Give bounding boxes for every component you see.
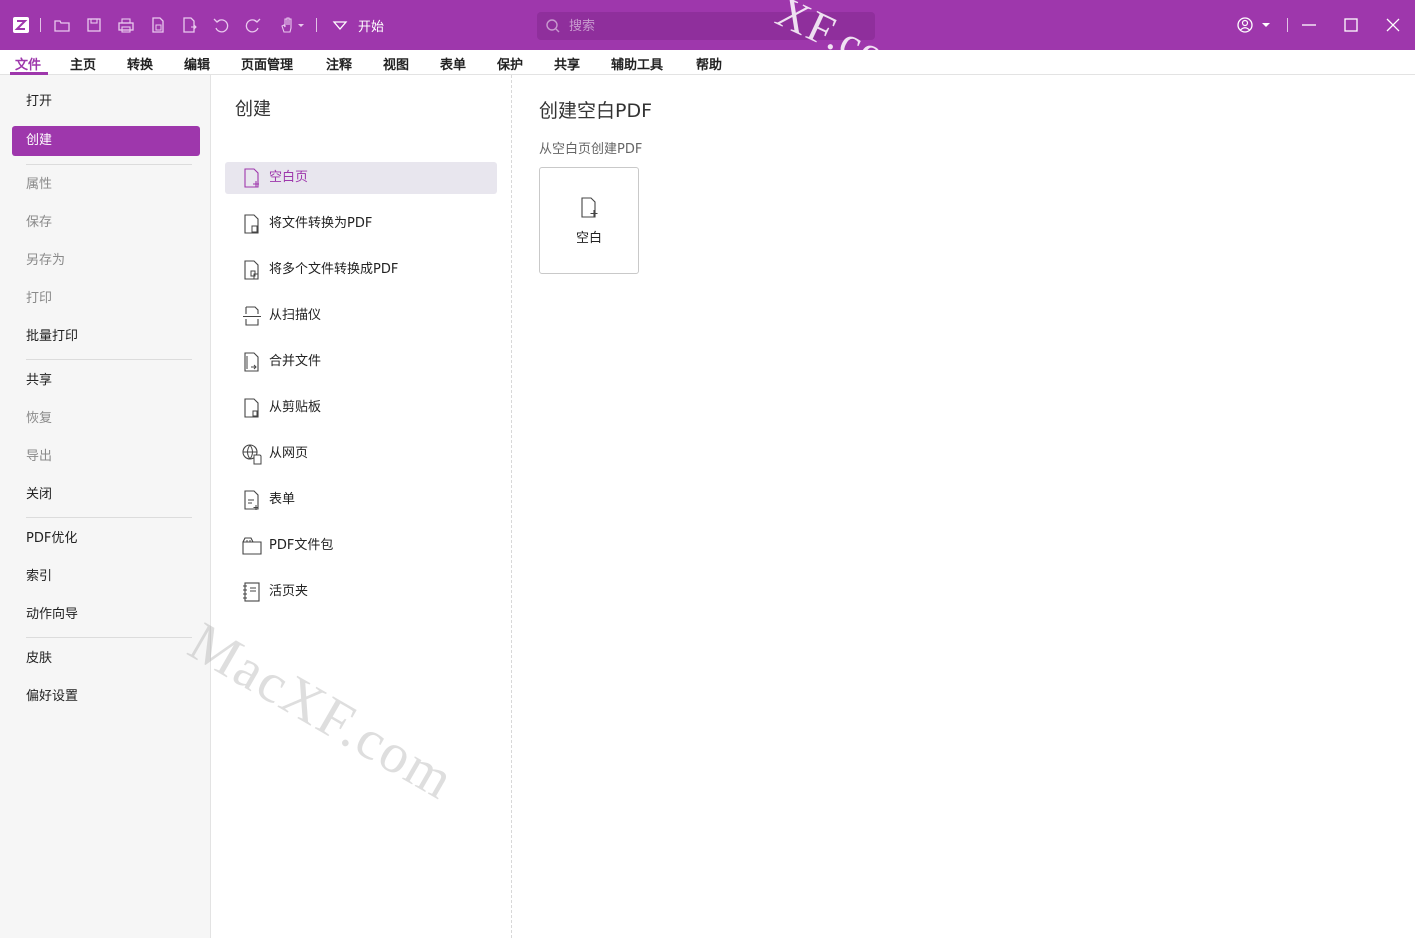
nav-index[interactable]: 索引 xyxy=(12,562,200,592)
create-blank-page[interactable]: 空白页 xyxy=(225,162,497,194)
create-from-scanner[interactable]: 从扫描仪 xyxy=(225,300,497,332)
create-option-label: PDF文件包 xyxy=(269,538,334,553)
redo-icon[interactable] xyxy=(243,15,263,35)
create-option-label: 将多个文件转换成PDF xyxy=(269,262,399,277)
create-option-label: 表单 xyxy=(269,492,296,507)
menu-share[interactable]: 共享 xyxy=(554,54,580,73)
nav-batch-print[interactable]: 批量打印 xyxy=(12,322,200,352)
panel-title: 创建 xyxy=(235,99,271,120)
window-controls-divider xyxy=(1287,18,1288,32)
print-icon[interactable] xyxy=(116,15,136,35)
blank-page-icon xyxy=(581,197,598,218)
clipboard-icon xyxy=(241,397,263,419)
toolbar-divider xyxy=(40,18,41,32)
app-logo-icon[interactable] xyxy=(11,15,31,35)
create-merge-files[interactable]: 合并文件 xyxy=(225,346,497,378)
merge-files-icon xyxy=(241,351,263,373)
pdf-portfolio-icon xyxy=(241,535,263,557)
blank-pdf-card[interactable]: 空白 xyxy=(539,167,639,274)
menu-protect[interactable]: 保护 xyxy=(497,54,523,73)
start-label[interactable]: 开始 xyxy=(358,16,384,35)
convert-multiple-files-icon xyxy=(241,259,263,281)
minimize-icon[interactable] xyxy=(1299,15,1319,35)
blank-page-icon xyxy=(241,167,263,189)
nav-share[interactable]: 共享 xyxy=(12,366,200,396)
nav-export[interactable]: 导出 xyxy=(12,442,200,472)
menu-bar: 文件 主页 转换 编辑 页面管理 注释 视图 表单 保护 共享 辅助工具 帮助 xyxy=(0,50,1415,75)
menu-comment[interactable]: 注释 xyxy=(326,54,352,73)
create-option-label: 活页夹 xyxy=(269,584,309,599)
nav-create[interactable]: 创建 xyxy=(12,126,200,156)
nav-print[interactable]: 打印 xyxy=(12,284,200,314)
menu-file[interactable]: 文件 xyxy=(15,54,41,73)
detail-title: 创建空白PDF xyxy=(539,100,653,122)
save-icon[interactable] xyxy=(84,15,104,35)
menu-view[interactable]: 视图 xyxy=(383,54,409,73)
nav-close[interactable]: 关闭 xyxy=(12,480,200,510)
hand-tool-icon[interactable] xyxy=(277,15,297,35)
create-pdf-portfolio[interactable]: PDF文件包 xyxy=(225,530,497,562)
file-backstage-nav: 打开 创建 属性 保存 另存为 打印 批量打印 共享 恢复 导出 关闭 PDF优… xyxy=(0,75,211,938)
create-binder[interactable]: 活页夹 xyxy=(225,576,497,608)
account-dropdown-icon[interactable] xyxy=(1259,15,1273,35)
nav-properties[interactable]: 属性 xyxy=(12,170,200,200)
close-icon[interactable] xyxy=(1383,15,1403,35)
search-icon xyxy=(546,19,560,33)
create-from-web-page[interactable]: 从网页 xyxy=(225,438,497,470)
menu-home[interactable]: 主页 xyxy=(70,54,96,73)
create-from-clipboard[interactable]: 从剪贴板 xyxy=(225,392,497,424)
create-detail-panel: 创建空白PDF 从空白页创建PDF 空白 xyxy=(512,75,1415,938)
create-options-panel: 创建 空白页 将文件转换为PDF 将多个文件转换成PDF 从扫描仪 合并文件 从 xyxy=(211,75,512,938)
toolbar-divider xyxy=(316,18,317,32)
new-doc-icon[interactable] xyxy=(148,15,168,35)
create-option-label: 从扫描仪 xyxy=(269,308,322,323)
menu-page-management[interactable]: 页面管理 xyxy=(241,54,293,73)
nav-recover[interactable]: 恢复 xyxy=(12,404,200,434)
form-icon xyxy=(241,489,263,511)
scanner-icon xyxy=(241,305,263,327)
title-bar: 开始 XF.com xyxy=(0,0,1415,95)
account-icon[interactable] xyxy=(1235,15,1255,35)
nav-divider xyxy=(26,517,192,518)
export-icon[interactable] xyxy=(179,15,199,35)
nav-save[interactable]: 保存 xyxy=(12,208,200,238)
create-option-label: 从剪贴板 xyxy=(269,400,322,415)
create-option-label: 合并文件 xyxy=(269,354,322,369)
hand-tool-dropdown-icon[interactable] xyxy=(296,15,306,35)
nav-divider xyxy=(26,359,192,360)
create-from-multiple-files[interactable]: 将多个文件转换成PDF xyxy=(225,254,497,286)
menu-form[interactable]: 表单 xyxy=(440,54,466,73)
nav-preferences[interactable]: 偏好设置 xyxy=(12,682,200,712)
nav-skin[interactable]: 皮肤 xyxy=(12,644,200,674)
web-page-icon xyxy=(241,443,263,465)
create-form[interactable]: 表单 xyxy=(225,484,497,516)
menu-convert[interactable]: 转换 xyxy=(127,54,153,73)
create-from-file[interactable]: 将文件转换为PDF xyxy=(225,208,497,240)
create-option-label: 从网页 xyxy=(269,446,309,461)
nav-divider xyxy=(26,637,192,638)
open-folder-icon[interactable] xyxy=(52,15,72,35)
nav-save-as[interactable]: 另存为 xyxy=(12,246,200,276)
maximize-icon[interactable] xyxy=(1341,15,1361,35)
create-option-label: 将文件转换为PDF xyxy=(269,216,373,231)
undo-icon[interactable] xyxy=(211,15,231,35)
quick-access-dropdown-icon[interactable] xyxy=(330,15,350,35)
menu-accessibility[interactable]: 辅助工具 xyxy=(611,54,663,73)
create-option-label: 空白页 xyxy=(269,170,309,185)
nav-pdf-optimize[interactable]: PDF优化 xyxy=(12,524,200,554)
menu-edit[interactable]: 编辑 xyxy=(184,54,210,73)
nav-open[interactable]: 打开 xyxy=(12,87,200,117)
blank-card-label: 空白 xyxy=(575,231,602,246)
detail-subtitle: 从空白页创建PDF xyxy=(539,142,643,157)
menu-help[interactable]: 帮助 xyxy=(696,54,722,73)
nav-action-wizard[interactable]: 动作向导 xyxy=(12,600,200,630)
convert-file-icon xyxy=(241,213,263,235)
nav-divider xyxy=(26,164,192,165)
binder-icon xyxy=(241,581,263,603)
